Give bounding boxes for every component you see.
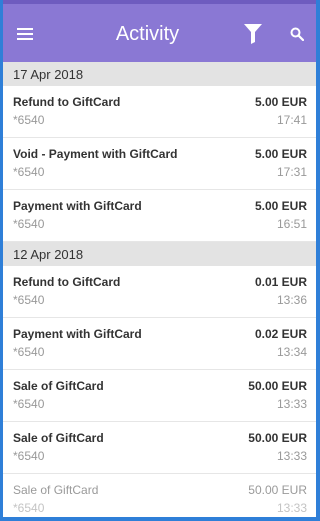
date-header: 12 Apr 2018 xyxy=(3,242,316,266)
app-frame: Activity 17 Apr 2018 Refund to GiftCard … xyxy=(0,0,320,521)
filter-icon[interactable] xyxy=(244,24,262,44)
transaction-row[interactable]: Sale of GiftCard *6540 50.00 EUR 13:33 xyxy=(3,474,316,517)
transaction-amount: 5.00 EUR xyxy=(254,95,307,109)
card-number: *6540 xyxy=(13,165,45,179)
transaction-description: Sale of GiftCard xyxy=(13,379,104,393)
transaction-description: Payment with GiftCard xyxy=(13,199,142,213)
card-number: *6540 xyxy=(13,113,45,127)
transaction-row[interactable]: Refund to GiftCard *6540 5.00 EUR 17:41 xyxy=(3,86,316,138)
transaction-description: Sale of GiftCard xyxy=(13,431,104,445)
transaction-description: Payment with GiftCard xyxy=(13,327,142,341)
card-number: *6540 xyxy=(13,397,45,411)
card-number: *6540 xyxy=(13,449,45,463)
transaction-time: 16:51 xyxy=(276,217,307,231)
card-number: *6540 xyxy=(13,345,45,359)
transaction-row[interactable]: Refund to GiftCard *6540 0.01 EUR 13:36 xyxy=(3,266,316,318)
card-number: *6540 xyxy=(13,293,45,307)
transaction-time: 17:31 xyxy=(276,165,307,179)
card-number: *6540 xyxy=(13,217,45,231)
transaction-row[interactable]: Payment with GiftCard *6540 0.02 EUR 13:… xyxy=(3,318,316,370)
transaction-row[interactable]: Void - Payment with GiftCard *6540 5.00 … xyxy=(3,138,316,190)
transaction-row[interactable]: Sale of GiftCard *6540 50.00 EUR 13:33 xyxy=(3,422,316,474)
search-icon[interactable] xyxy=(290,27,304,41)
transaction-description: Sale of GiftCard xyxy=(13,483,99,497)
transaction-time: 13:33 xyxy=(276,449,307,463)
transaction-time: 13:36 xyxy=(276,293,307,307)
transaction-amount: 50.00 EUR xyxy=(248,379,307,393)
transaction-time: 13:34 xyxy=(276,345,307,359)
transaction-time: 13:33 xyxy=(276,397,307,411)
transaction-amount: 50.00 EUR xyxy=(248,431,307,445)
transaction-amount: 5.00 EUR xyxy=(254,147,307,161)
app-bar: Activity xyxy=(3,0,316,62)
transaction-time: 17:41 xyxy=(276,113,307,127)
transaction-amount: 0.01 EUR xyxy=(254,275,307,289)
menu-icon[interactable] xyxy=(17,28,33,40)
transaction-amount: 5.00 EUR xyxy=(254,199,307,213)
transaction-amount: 50.00 EUR xyxy=(248,483,307,497)
page-title: Activity xyxy=(115,22,180,45)
transaction-row[interactable]: Payment with GiftCard *6540 5.00 EUR 16:… xyxy=(3,190,316,242)
transaction-row[interactable]: Sale of GiftCard *6540 50.00 EUR 13:33 xyxy=(3,370,316,422)
transaction-description: Void - Payment with GiftCard xyxy=(13,147,178,161)
transaction-amount: 0.02 EUR xyxy=(254,327,307,341)
transaction-description: Refund to GiftCard xyxy=(13,95,121,109)
date-header: 17 Apr 2018 xyxy=(3,62,316,86)
transaction-time: 13:33 xyxy=(276,501,307,515)
transaction-description: Refund to GiftCard xyxy=(13,275,121,289)
card-number: *6540 xyxy=(13,501,45,515)
